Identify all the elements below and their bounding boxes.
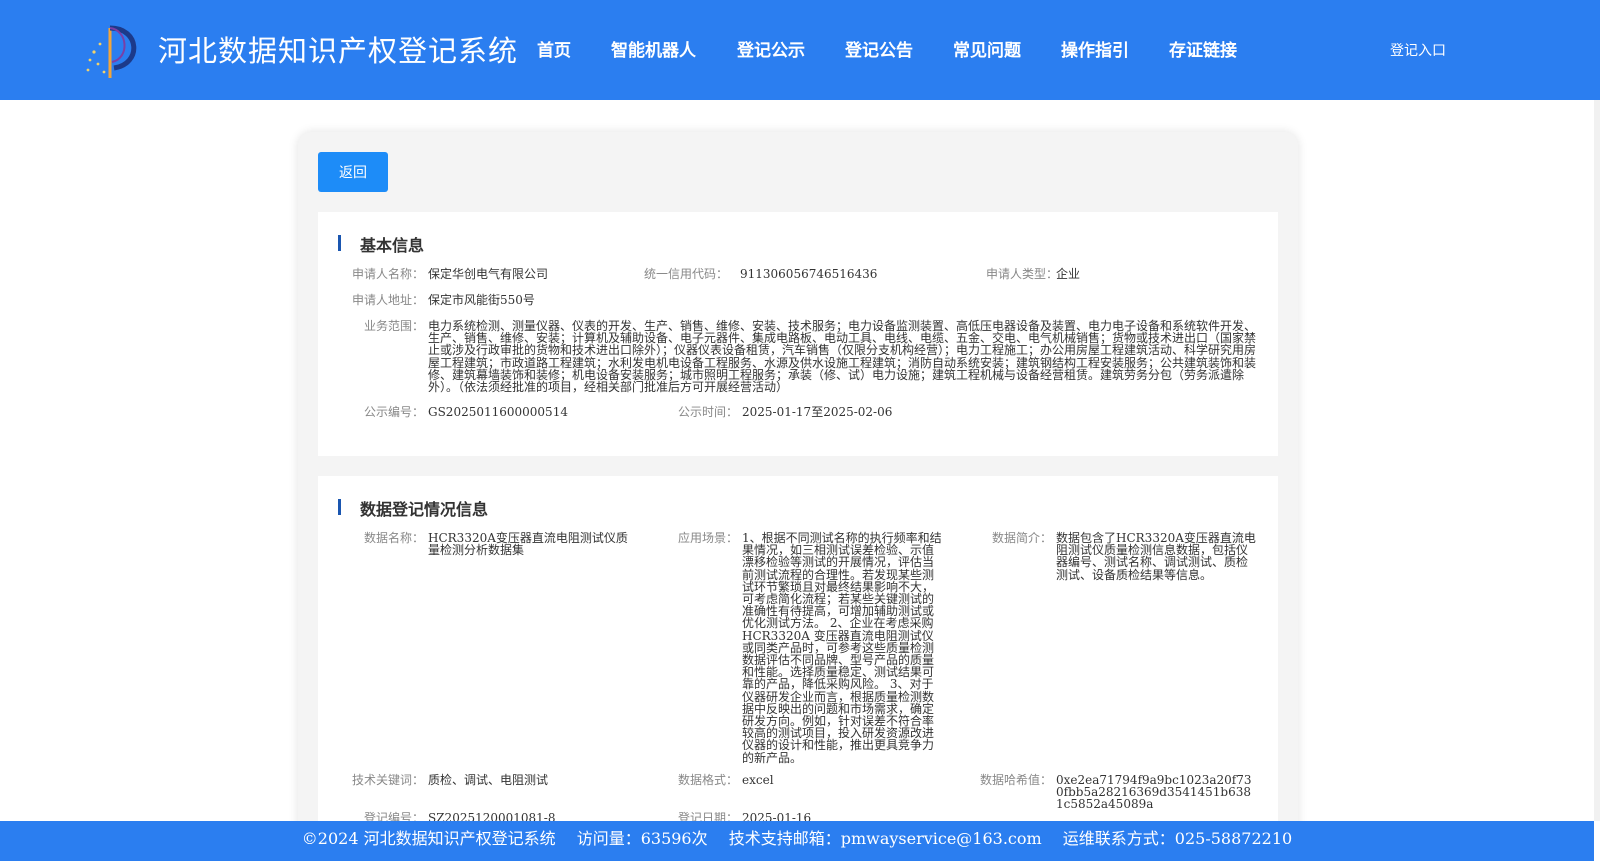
field-label: 申请人类型： [985, 267, 1058, 281]
field-label: 统一信用代码： [643, 267, 728, 281]
field-label: 技术关键词： [351, 773, 424, 787]
tech-keywords: 质检、调试、电阻测试 [428, 773, 549, 787]
site-title: 河北数据知识产权登记系统 [158, 34, 519, 68]
field-label: 公示编号： [363, 405, 424, 419]
field-label: 数据哈希值： [979, 773, 1052, 787]
section-title: 基本信息 [338, 232, 424, 256]
nav-announcement[interactable]: 登记公告 [845, 36, 913, 61]
basic-info-section: 基本信息 申请人名称： 保定华创电气有限公司 统一信用代码： 911306056… [318, 212, 1278, 456]
nav-faq[interactable]: 常见问题 [953, 36, 1021, 61]
site-footer: ©2024 河北数据知识产权登记系统 访问量：63596次 技术支持邮箱：pmw… [0, 821, 1594, 861]
applicant-type: 企业 [1056, 267, 1081, 281]
notice-number: GS2025011600000514 [428, 405, 568, 419]
data-format: excel [742, 773, 774, 787]
credit-code: 911306056746516436 [740, 267, 878, 281]
footer-phone: 运维联系方式：025-58872210 [1062, 829, 1293, 848]
business-scope-field: 业务范围： 电力系统检测、测量仪器、仪表的开发、生产、销售、维修、安装、技术服务… [318, 319, 1278, 395]
applicant-name: 保定华创电气有限公司 [428, 267, 549, 281]
field-label: 数据格式： [677, 773, 738, 787]
footer-support-email: 技术支持邮箱：pmwayservice@163.com [728, 829, 1042, 848]
footer-visits: 访问量：63596次 [576, 829, 708, 848]
scrollbar[interactable] [1594, 100, 1600, 821]
nav-evidence-link[interactable]: 存证链接 [1169, 36, 1237, 61]
nav-publicity[interactable]: 登记公示 [737, 36, 805, 61]
field-label: 申请人地址： [351, 293, 424, 307]
notice-time: 2025-01-17至2025-02-06 [742, 405, 893, 419]
data-hash: 0xe2ea71794f9a9bc1023a20f730fbb5a2821636… [1056, 773, 1252, 812]
field-label: 业务范围： [363, 319, 424, 333]
section-title: 数据登记情况信息 [338, 496, 488, 520]
footer-copyright: ©2024 河北数据知识产权登记系统 [301, 829, 556, 848]
business-scope: 电力系统检测、测量仪器、仪表的开发、生产、销售、维修、安装、技术服务；电力设备监… [428, 319, 1257, 395]
field-label: 公示时间： [677, 405, 738, 419]
application-scenario: 1、根据不同测试名称的执行频率和结果情况，如三相测试误差检验、示值漂移检验等测试… [742, 531, 942, 765]
nav-robot[interactable]: 智能机器人 [611, 36, 696, 61]
nav-home[interactable]: 首页 [537, 36, 571, 61]
site-header: 河北数据知识产权登记系统 首页 智能机器人 登记公示 登记公告 常见问题 操作指… [0, 0, 1600, 100]
field-label: 应用场景： [677, 531, 738, 545]
data-name: HCR3320A变压器直流电阻测试仪质量检测分析数据集 [428, 531, 628, 558]
registration-info-section: 数据登记情况信息 数据名称： HCR3320A变压器直流电阻测试仪质量检测分析数… [318, 476, 1278, 824]
field-label: 数据简介： [991, 531, 1052, 545]
nav-guide[interactable]: 操作指引 [1061, 36, 1129, 61]
login-link[interactable]: 登记入口 [1390, 40, 1446, 60]
applicant-address: 保定市风能街550号 [428, 293, 535, 307]
back-button[interactable]: 返回 [318, 152, 388, 192]
field-label: 数据名称： [363, 531, 424, 545]
logo-icon [86, 25, 137, 78]
data-intro: 数据包含了HCR3320A变压器直流电阻测试仪质量检测信息数据，包括仪器编号、测… [1056, 531, 1256, 582]
field-label: 申请人名称： [351, 267, 424, 281]
